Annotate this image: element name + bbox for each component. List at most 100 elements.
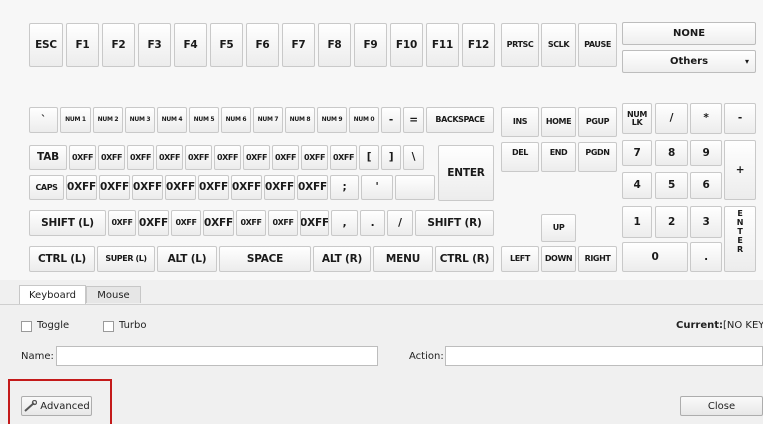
key-0xff[interactable]: 0XFF [300, 210, 329, 236]
key-numpad-5[interactable]: 5 [655, 172, 688, 199]
key-0xff[interactable]: 0XFF [243, 145, 270, 170]
key-0xff[interactable]: 0XFF [138, 210, 169, 236]
key-numpad-minus[interactable]: - [724, 103, 756, 134]
key-0xff[interactable]: 0XFF [264, 175, 295, 200]
key-prtsc[interactable]: PRTSC [501, 23, 539, 67]
key-pgup[interactable]: PGUP [578, 107, 617, 137]
key-numpad-1[interactable]: 1 [622, 206, 652, 238]
key-f1[interactable]: F1 [66, 23, 99, 67]
key-alt-right[interactable]: ALT (R) [313, 246, 371, 272]
key-num1[interactable]: NUM 1 [60, 107, 91, 133]
key-caps[interactable]: CAPS [29, 175, 64, 200]
key-left[interactable]: LEFT [501, 246, 539, 272]
name-input[interactable] [56, 346, 378, 366]
key-0xff[interactable]: 0XFF [198, 175, 229, 200]
key-0xff[interactable]: 0XFF [330, 145, 357, 170]
key-semicolon[interactable]: ' [361, 175, 393, 200]
key-numpad-decimal[interactable]: . [690, 242, 722, 272]
key-numpad-plus[interactable]: + [724, 140, 756, 200]
key-f11[interactable]: F11 [426, 23, 459, 67]
key-0xff[interactable]: 0XFF [214, 145, 241, 170]
key-0xff[interactable]: 0XFF [231, 175, 262, 200]
key-0xff[interactable]: 0XFF [272, 145, 299, 170]
key-0xff[interactable]: 0XFF [297, 175, 328, 200]
key-ins[interactable]: INS [501, 107, 539, 137]
key-numpad-multiply[interactable]: * [690, 103, 722, 134]
key-num4[interactable]: NUM 4 [157, 107, 187, 133]
action-input[interactable] [445, 346, 763, 366]
key-f5[interactable]: F5 [210, 23, 243, 67]
close-button[interactable]: Close [680, 396, 763, 416]
key-numpad-6[interactable]: 6 [690, 172, 722, 199]
key-home[interactable]: HOME [541, 107, 576, 137]
key-f4[interactable]: F4 [174, 23, 207, 67]
key-0xff[interactable]: 0XFF [127, 145, 154, 170]
turbo-checkbox[interactable] [103, 321, 114, 332]
key-f12[interactable]: F12 [462, 23, 495, 67]
key-0xff[interactable]: 0XFF [69, 145, 96, 170]
key-numpad-0[interactable]: 0 [622, 242, 688, 272]
key-numpad-divide[interactable]: / [655, 103, 688, 134]
key-num7[interactable]: NUM 7 [253, 107, 283, 133]
key-f2[interactable]: F2 [102, 23, 135, 67]
key-0xff[interactable]: 0XFF [156, 145, 183, 170]
key-num2[interactable]: NUM 2 [93, 107, 123, 133]
key-comma[interactable]: , [331, 210, 358, 236]
key-f3[interactable]: F3 [138, 23, 171, 67]
key-up[interactable]: UP [541, 214, 576, 242]
key-num9[interactable]: NUM 9 [317, 107, 347, 133]
key-numpad-8[interactable]: 8 [655, 140, 688, 166]
key-sclk[interactable]: SCLK [541, 23, 576, 67]
key-shift-right[interactable]: SHIFT (R) [415, 210, 494, 236]
key-numpad-enter[interactable]: E N T E R [724, 206, 756, 272]
key-esc[interactable]: ESC [29, 23, 63, 67]
key-right-bracket[interactable]: ] [381, 145, 401, 170]
key-f7[interactable]: F7 [282, 23, 315, 67]
key-0xff[interactable]: 0XFF [108, 210, 136, 236]
key-menu[interactable]: MENU [373, 246, 433, 272]
key-tab[interactable]: TAB [29, 145, 67, 170]
key-left-bracket[interactable]: [ [359, 145, 379, 170]
key-super-left[interactable]: SUPER (L) [97, 246, 155, 272]
key-num3[interactable]: NUM 3 [125, 107, 155, 133]
key-numpad-7[interactable]: 7 [622, 140, 652, 166]
key-num8[interactable]: NUM 8 [285, 107, 315, 133]
key-period[interactable]: . [360, 210, 385, 236]
key-backspace[interactable]: BACKSPACE [426, 107, 494, 133]
key-0xff[interactable]: 0XFF [185, 145, 212, 170]
key-0xff[interactable]: 0XFF [66, 175, 97, 200]
key-f6[interactable]: F6 [246, 23, 279, 67]
key-slash[interactable]: / [387, 210, 413, 236]
key-pgdn[interactable]: PGDN [578, 142, 617, 172]
key-0xff[interactable]: 0XFF [268, 210, 298, 236]
key-0xff[interactable]: 0XFF [236, 210, 266, 236]
key-0xff[interactable]: 0XFF [99, 175, 130, 200]
key-num6[interactable]: NUM 6 [221, 107, 251, 133]
key-backtick[interactable]: ` [29, 107, 58, 133]
toggle-checkbox[interactable] [21, 321, 32, 332]
key-quote[interactable] [395, 175, 435, 200]
tab-mouse[interactable]: Mouse [86, 286, 141, 303]
key-f8[interactable]: F8 [318, 23, 351, 67]
key-numpad-4[interactable]: 4 [622, 172, 652, 199]
key-0xff[interactable]: ; [330, 175, 359, 200]
key-pause[interactable]: PAUSE [578, 23, 617, 67]
key-space[interactable]: SPACE [219, 246, 311, 272]
key-0xff[interactable]: 0XFF [132, 175, 163, 200]
key-end[interactable]: END [541, 142, 576, 172]
key-right[interactable]: RIGHT [578, 246, 617, 272]
key-shift-left[interactable]: SHIFT (L) [29, 210, 106, 236]
key-f9[interactable]: F9 [354, 23, 387, 67]
key-numpad-9[interactable]: 9 [690, 140, 722, 166]
key-numpad-2[interactable]: 2 [655, 206, 688, 238]
key-del[interactable]: DEL [501, 142, 539, 172]
key-minus[interactable]: - [381, 107, 401, 133]
key-backslash[interactable]: \ [403, 145, 424, 170]
tab-keyboard[interactable]: Keyboard [19, 285, 86, 304]
key-0xff[interactable]: 0XFF [203, 210, 234, 236]
key-0xff[interactable]: 0XFF [165, 175, 196, 200]
key-num5[interactable]: NUM 5 [189, 107, 219, 133]
key-0xff[interactable]: 0XFF [98, 145, 125, 170]
category-dropdown[interactable]: Others ▾ [622, 50, 756, 73]
key-enter[interactable]: ENTER [438, 145, 494, 201]
